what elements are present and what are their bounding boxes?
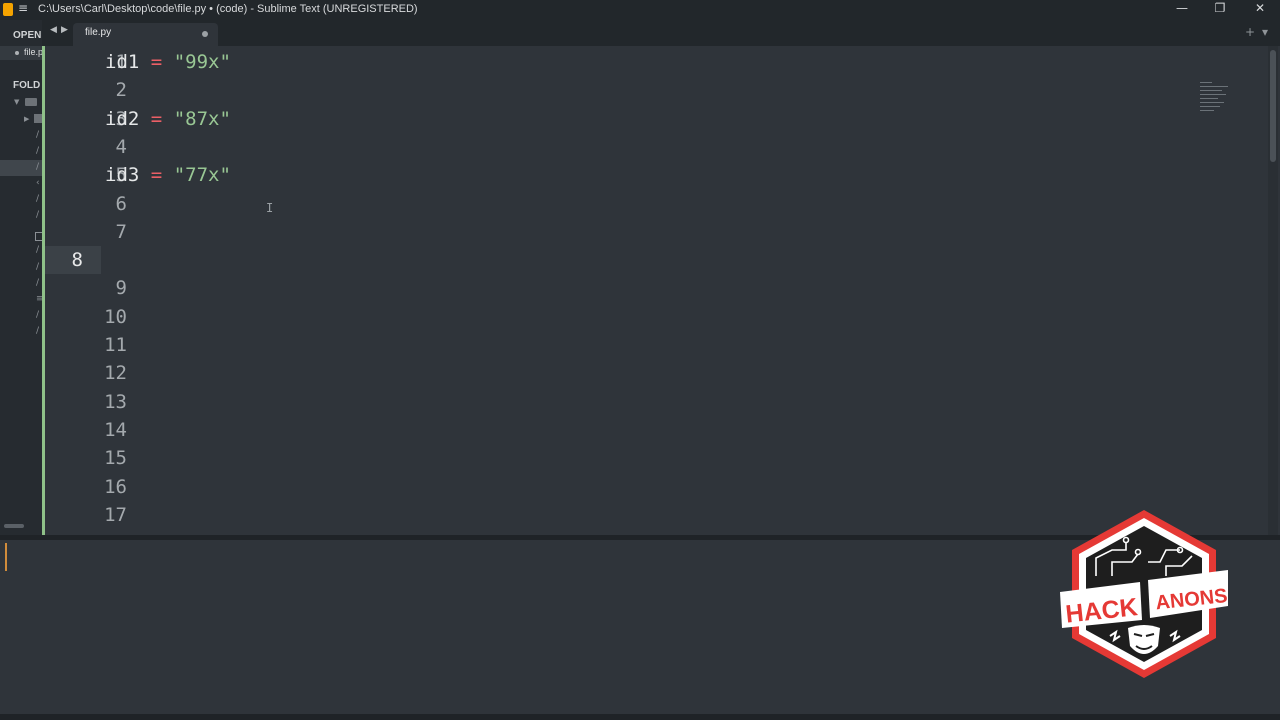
code-operator: = <box>150 164 163 187</box>
chevron-left-icon[interactable]: ◀ <box>50 25 57 35</box>
file-icon[interactable]: / <box>36 245 39 255</box>
file-icon[interactable]: / <box>36 194 39 204</box>
chevron-down-icon[interactable]: ▼ <box>14 98 19 106</box>
tab-file-py[interactable]: file.py <box>73 23 218 46</box>
code-identifier: id2 <box>105 107 140 130</box>
line-number[interactable]: 12 <box>45 359 145 387</box>
code-identifier: id1 <box>105 51 140 73</box>
file-icon[interactable]: / <box>36 210 39 220</box>
line-number[interactable]: 17 <box>45 501 145 529</box>
line-number[interactable]: 13 <box>45 388 145 416</box>
file-icon[interactable]: ‹ <box>36 178 40 188</box>
sublime-text-icon[interactable] <box>3 3 13 16</box>
line-number[interactable]: 7 <box>45 218 145 246</box>
code-line[interactable]: id2 = "87x" <box>105 105 231 133</box>
line-number[interactable]: 4 <box>45 133 145 161</box>
code-line[interactable]: id1 = "99x" <box>105 48 231 76</box>
hamburger-icon[interactable]: ≡ <box>18 1 28 15</box>
file-icon[interactable]: / <box>36 310 39 320</box>
restore-button[interactable]: ❐ <box>1200 1 1240 15</box>
unsaved-dot-icon <box>15 51 19 55</box>
file-icon[interactable]: / <box>36 130 39 140</box>
file-icon[interactable]: / <box>36 262 39 272</box>
code-identifier: id3 <box>105 164 140 187</box>
tab-bar: ◀ ▶ file.py + ▾ <box>42 20 1280 46</box>
console-caret <box>5 543 7 571</box>
line-number[interactable]: 8 <box>45 246 101 275</box>
line-number[interactable]: 14 <box>45 416 145 444</box>
sidebar-open-file-label: file.py <box>24 47 42 57</box>
folder-icon[interactable] <box>25 98 37 106</box>
ibeam-cursor-icon: I <box>266 201 274 215</box>
sidebar: OPEN file.py FOLD ▼ ▶ / / / ‹ / / / / / … <box>0 20 42 535</box>
open-files-header: OPEN <box>13 30 42 41</box>
file-icon[interactable]: / <box>36 162 39 172</box>
line-number[interactable]: 11 <box>45 331 145 359</box>
sidebar-open-file[interactable]: file.py <box>0 46 42 60</box>
tab-label: file.py <box>85 27 112 38</box>
code-operator: = <box>150 51 163 73</box>
unsaved-dot-icon[interactable] <box>202 31 208 37</box>
window-title: C:\Users\Carl\Desktop\code\file.py • (co… <box>38 3 418 15</box>
code-line[interactable]: id3 = "77x" <box>105 161 231 189</box>
minimap[interactable] <box>1200 82 1232 127</box>
new-tab-icon[interactable]: + <box>1245 25 1255 39</box>
folders-header: FOLD <box>13 80 41 91</box>
chevron-right-icon[interactable]: ▶ <box>24 115 29 123</box>
line-number[interactable]: 15 <box>45 444 145 472</box>
line-number[interactable]: 10 <box>45 303 145 331</box>
close-button[interactable]: ✕ <box>1240 1 1280 15</box>
subfolder-icon[interactable] <box>34 114 42 123</box>
chevron-right-icon[interactable]: ▶ <box>61 25 68 35</box>
hackanons-logo: HACK ANONS <box>1060 510 1229 678</box>
line-number[interactable]: 9 <box>45 274 145 302</box>
sidebar-scrollbar[interactable] <box>4 524 24 528</box>
line-number[interactable]: 16 <box>45 473 145 501</box>
line-number[interactable]: 2 <box>45 76 145 104</box>
status-bar <box>0 714 1280 720</box>
code-string: "77x" <box>173 164 231 187</box>
file-icon[interactable]: / <box>36 326 39 336</box>
line-number[interactable]: 6 <box>45 190 145 218</box>
tab-dropdown-icon[interactable]: ▾ <box>1262 25 1268 39</box>
code-operator: = <box>150 107 163 130</box>
image-file-icon[interactable] <box>35 232 42 241</box>
file-icon[interactable]: / <box>36 278 39 288</box>
file-icon[interactable]: / <box>36 146 39 156</box>
minimize-button[interactable]: — <box>1162 1 1202 15</box>
title-bar: ≡ C:\Users\Carl\Desktop\code\file.py • (… <box>0 0 1280 20</box>
vertical-scrollbar-thumb[interactable] <box>1270 50 1276 162</box>
code-string: "99x" <box>173 51 231 73</box>
code-string: "87x" <box>173 107 231 130</box>
code-editor[interactable]: 1 2 3 4 5 6 7 8 9 10 11 12 13 14 15 16 17 id1 = "99x" id2… <box>42 46 1280 535</box>
